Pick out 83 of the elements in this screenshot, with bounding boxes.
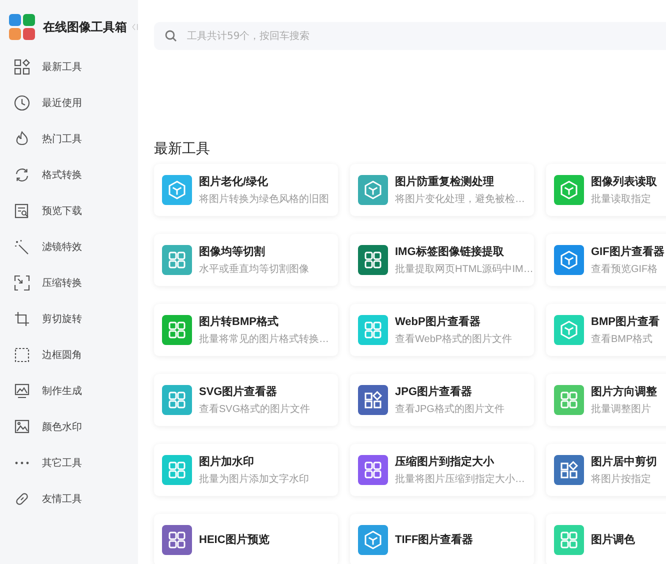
tool-card[interactable]: 图片加水印 批量为图片添加文字水印 xyxy=(154,444,338,496)
border-icon xyxy=(14,347,30,363)
tool-title: HEIC图片预览 xyxy=(199,533,270,547)
section-title: 最新工具 xyxy=(154,140,211,158)
tool-title: WebP图片查看器 xyxy=(395,314,482,328)
tool-card[interactable]: HEIC图片预览 xyxy=(154,514,338,564)
tool-description: 批量调整图片 xyxy=(591,402,652,416)
search-field[interactable]: 工具共计59个，按回车搜索 xyxy=(154,22,666,50)
tool-title: 压缩图片到指定大小 xyxy=(395,454,495,468)
tool-title: 图片加水印 xyxy=(199,454,255,468)
app-logo-icon xyxy=(9,14,35,40)
tool-title: 图片调色 xyxy=(591,533,635,547)
sidebar-item[interactable]: 剪切旋转 xyxy=(0,301,138,337)
sidebar-item[interactable]: 制作生成 xyxy=(0,373,138,409)
wand-icon xyxy=(14,239,30,255)
sidebar-item[interactable]: 滤镜特效 xyxy=(0,229,138,265)
tool-card[interactable]: 图片防重复检测处理 将图片变化处理，避免被检… xyxy=(350,164,534,216)
image-icon xyxy=(14,419,30,435)
tool-description: 将图片变化处理，避免被检… xyxy=(395,192,525,206)
tool-title: BMP图片查看 xyxy=(591,314,660,328)
tool-card[interactable]: 图片调色 xyxy=(546,514,666,564)
tool-description: 查看预览GIF格 xyxy=(591,262,659,276)
tool-title: 图片防重复检测处理 xyxy=(395,174,495,188)
tool-description: 查看SVG格式的图片文件 xyxy=(199,402,310,416)
tool-title: GIF图片查看器 xyxy=(591,244,664,258)
tool-description: 水平或垂直均等切割图像 xyxy=(199,262,309,276)
tool-description: 批量读取指定 xyxy=(591,192,652,206)
tool-card[interactable]: WebP图片查看器 查看WebP格式的图片文件 xyxy=(350,304,534,356)
tool-card[interactable]: 图像均等切割 水平或垂直均等切割图像 xyxy=(154,234,338,286)
clock-icon xyxy=(14,95,30,111)
sidebar-item[interactable]: 压缩转换 xyxy=(0,265,138,301)
sidebar-item[interactable]: 友情工具 xyxy=(0,481,138,517)
tool-title: 图片方向调整 xyxy=(591,384,657,398)
tool-description: 查看JPG格式的图片文件 xyxy=(395,402,504,416)
tool-card[interactable]: 图片方向调整 批量调整图片 xyxy=(546,374,666,426)
link-icon xyxy=(14,491,30,507)
tool-card[interactable]: BMP图片查看 查看BMP格式 xyxy=(546,304,666,356)
tool-description: 批量将图片压缩到指定大小… xyxy=(395,472,525,486)
tool-title: SVG图片查看器 xyxy=(199,384,278,398)
app-title: 在线图像工具箱 xyxy=(43,18,127,36)
tool-card[interactable]: TIFF图片查看器 xyxy=(350,514,534,564)
tool-card[interactable]: JPG图片查看器 查看JPG格式的图片文件 xyxy=(350,374,534,426)
sidebar-item[interactable]: 最新工具 xyxy=(0,49,138,85)
tool-title: TIFF图片查看器 xyxy=(395,533,474,547)
sidebar-item[interactable]: 颜色水印 xyxy=(0,409,138,445)
tool-card[interactable]: SVG图片查看器 查看SVG格式的图片文件 xyxy=(154,374,338,426)
sidebar-item[interactable]: 预览下载 xyxy=(0,193,138,229)
tool-title: 图片居中剪切 xyxy=(591,454,657,468)
tool-title: IMG标签图像链接提取 xyxy=(395,244,505,258)
tool-description: 批量为图片添加文字水印 xyxy=(199,472,309,486)
tool-title: JPG图片查看器 xyxy=(395,384,474,398)
sidebar-item[interactable]: 格式转换 xyxy=(0,157,138,193)
tool-card[interactable]: GIF图片查看器 查看预览GIF格 xyxy=(546,234,666,286)
tool-description: 将图片转换为绿色风格的旧图 xyxy=(199,192,329,206)
tool-description: 批量将常见的图片格式转换… xyxy=(199,332,329,346)
sync-icon xyxy=(14,167,30,183)
tool-card[interactable]: 压缩图片到指定大小 批量将图片压缩到指定大小… xyxy=(350,444,534,496)
search-icon xyxy=(165,30,177,42)
sidebar-item[interactable]: 其它工具 xyxy=(0,445,138,481)
flame-icon xyxy=(14,131,30,147)
tool-description: 查看BMP格式 xyxy=(591,332,654,346)
tool-card[interactable]: 图片老化/绿化 将图片转换为绿色风格的旧图 xyxy=(154,164,338,216)
tool-card[interactable]: IMG标签图像链接提取 批量提取网页HTML源码中IM… xyxy=(350,234,534,286)
sidebar-item[interactable]: 最近使用 xyxy=(0,85,138,121)
tool-title: 图片转BMP格式 xyxy=(199,314,280,328)
tool-description: 批量提取网页HTML源码中IM… xyxy=(395,262,530,276)
tool-title: 图像均等切割 xyxy=(199,244,266,258)
crop-icon xyxy=(14,311,30,327)
tool-description: 将图片按指定 xyxy=(591,472,652,486)
tool-card[interactable]: 图片居中剪切 将图片按指定 xyxy=(546,444,666,496)
tool-description: 查看WebP格式的图片文件 xyxy=(395,332,512,346)
tool-card[interactable]: 图片转BMP格式 批量将常见的图片格式转换… xyxy=(154,304,338,356)
sidebar-item[interactable]: 热门工具 xyxy=(0,121,138,157)
preview-icon xyxy=(14,203,30,219)
compress-icon xyxy=(14,275,30,291)
tool-title: 图片老化/绿化 xyxy=(199,174,270,188)
tool-card[interactable]: 图像列表读取 批量读取指定 xyxy=(546,164,666,216)
grid-icon xyxy=(14,59,30,75)
collapse-icon[interactable] xyxy=(132,21,138,33)
monitor-icon xyxy=(14,383,30,399)
more-dots-icon xyxy=(14,461,30,465)
tool-title: 图像列表读取 xyxy=(591,174,657,188)
sidebar-item[interactable]: 边框圆角 xyxy=(0,337,138,373)
